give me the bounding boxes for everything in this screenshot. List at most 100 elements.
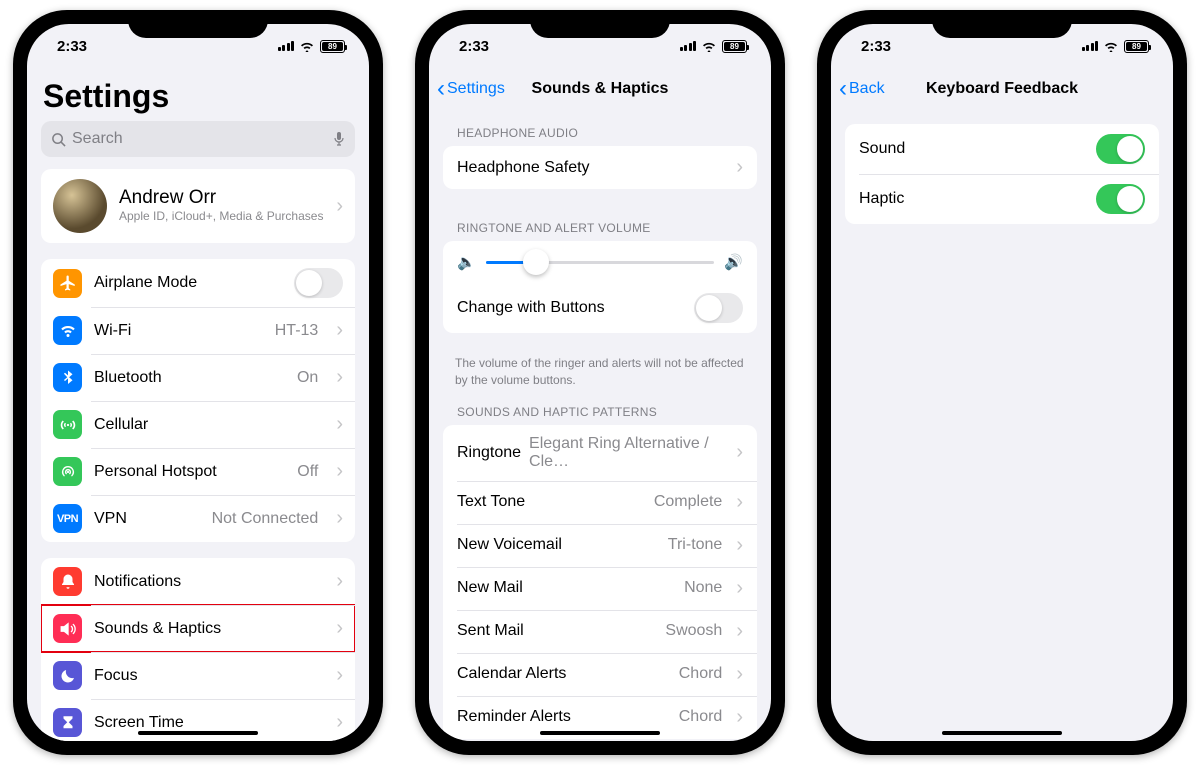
row-text-tone[interactable]: Text Tone Complete › <box>443 481 757 524</box>
row-focus[interactable]: Focus › <box>41 652 355 699</box>
moon-icon <box>53 661 82 690</box>
row-label: Reminder Alerts <box>457 708 571 726</box>
home-indicator[interactable] <box>138 731 258 735</box>
screen: 2:33 89 ‹ Settings Sounds & Haptics HEAD… <box>429 24 771 741</box>
volume-card: 🔈 🔊 Change with Buttons <box>443 241 757 333</box>
cellular-signal-icon <box>680 41 697 51</box>
row-detail: None <box>684 579 722 597</box>
kb-feedback-card: Sound Haptic <box>845 124 1159 224</box>
wifi-icon <box>1103 40 1119 52</box>
row-detail: Complete <box>654 493 722 511</box>
screen: 2:33 89 Settings Search Andrew Orr Apple <box>27 24 369 741</box>
toggle[interactable] <box>1096 184 1145 214</box>
chevron-right-icon: › <box>336 664 343 687</box>
nav-bar: ‹ Settings Sounds & Haptics <box>429 68 771 110</box>
page-title: Settings <box>27 68 369 121</box>
speaker-icon <box>53 614 82 643</box>
chevron-left-icon: ‹ <box>839 75 847 103</box>
profile-sub: Apple ID, iCloud+, Media & Purchases <box>119 209 323 225</box>
hourglass-icon <box>53 708 82 737</box>
vpn-icon: VPN <box>53 504 82 533</box>
row-sounds-haptics[interactable]: Sounds & Haptics› <box>41 605 355 652</box>
phone-settings-root: 2:33 89 Settings Search Andrew Orr Apple <box>13 10 383 755</box>
row-label: Focus <box>94 667 138 685</box>
profile-card[interactable]: Andrew Orr Apple ID, iCloud+, Media & Pu… <box>41 169 355 243</box>
cellular-signal-icon <box>278 41 295 51</box>
settings-group-attention: Notifications›Sounds & Haptics›Focus›Scr… <box>41 558 355 741</box>
screen: 2:33 89 ‹ Back Keyboard Feedback SoundHa… <box>831 24 1173 741</box>
row-detail: Off <box>297 463 318 481</box>
wifi-icon <box>701 40 717 52</box>
row-cellular[interactable]: Cellular› <box>41 401 355 448</box>
row-personal-hotspot[interactable]: Personal HotspotOff› <box>41 448 355 495</box>
phone-sounds-haptics: 2:33 89 ‹ Settings Sounds & Haptics HEAD… <box>415 10 785 755</box>
row-new-voicemail[interactable]: New VoicemailTri-tone› <box>443 524 757 567</box>
mic-icon[interactable] <box>333 131 345 147</box>
speaker-high-icon: 🔊 <box>724 253 743 271</box>
chevron-right-icon: › <box>736 156 743 179</box>
row-bluetooth[interactable]: BluetoothOn› <box>41 354 355 401</box>
row-label: Notifications <box>94 573 181 591</box>
speaker-low-icon: 🔈 <box>457 253 476 271</box>
toggle[interactable] <box>694 293 743 323</box>
volume-slider-row[interactable]: 🔈 🔊 <box>443 241 757 283</box>
row-calendar-alerts[interactable]: Calendar AlertsChord› <box>443 653 757 696</box>
row-label: Change with Buttons <box>457 299 605 317</box>
chevron-right-icon: › <box>736 491 743 514</box>
bluetooth-icon <box>53 363 82 392</box>
back-button[interactable]: ‹ Settings <box>437 75 505 103</box>
toggle[interactable] <box>1096 134 1145 164</box>
wifi-icon <box>53 316 82 345</box>
row-new-mail[interactable]: New MailNone› <box>443 567 757 610</box>
nav-title: Keyboard Feedback <box>926 80 1078 98</box>
settings-group-connectivity: Airplane ModeWi-FiHT-13›BluetoothOn›Cell… <box>41 259 355 542</box>
row-detail: HT-13 <box>275 322 319 340</box>
home-indicator[interactable] <box>942 731 1062 735</box>
row-label: Wi-Fi <box>94 322 131 340</box>
row-wi-fi[interactable]: Wi-Fi HT-13 › <box>41 307 355 354</box>
chevron-right-icon: › <box>336 570 343 593</box>
home-indicator[interactable] <box>540 731 660 735</box>
section-header: HEADPHONE AUDIO <box>429 110 771 146</box>
row-vpn[interactable]: VPNVPNNot Connected› <box>41 495 355 542</box>
notch <box>128 10 268 38</box>
row-label: Headphone Safety <box>457 159 590 177</box>
chevron-right-icon: › <box>336 195 343 218</box>
row-airplane-mode[interactable]: Airplane Mode <box>41 259 355 307</box>
row-label: Cellular <box>94 416 148 434</box>
toggle[interactable] <box>294 268 343 298</box>
row-haptic[interactable]: Haptic <box>845 174 1159 224</box>
row-label: Sent Mail <box>457 622 524 640</box>
row-change-with-buttons[interactable]: Change with Buttons <box>443 283 757 333</box>
section-header: SOUNDS AND HAPTIC PATTERNS <box>429 389 771 425</box>
status-time: 2:33 <box>57 38 87 55</box>
row-sound[interactable]: Sound <box>845 124 1159 174</box>
row-label: Text Tone <box>457 493 525 511</box>
airplane-icon <box>53 269 82 298</box>
back-label: Back <box>849 80 885 98</box>
row-detail: Chord <box>679 665 723 683</box>
chevron-right-icon: › <box>336 319 343 342</box>
row-sent-mail[interactable]: Sent MailSwoosh› <box>443 610 757 653</box>
chevron-right-icon: › <box>736 620 743 643</box>
battery-icon: 89 <box>1124 40 1149 53</box>
row-label: Airplane Mode <box>94 274 197 292</box>
row-label: VPN <box>94 510 127 528</box>
volume-slider[interactable] <box>486 261 715 264</box>
section-footer: The volume of the ringer and alerts will… <box>429 349 771 389</box>
chevron-right-icon: › <box>736 706 743 729</box>
chevron-right-icon: › <box>736 534 743 557</box>
notch <box>932 10 1072 38</box>
back-label: Settings <box>447 80 505 98</box>
row-detail: Chord <box>679 708 723 726</box>
search-input[interactable]: Search <box>41 121 355 157</box>
bell-icon <box>53 567 82 596</box>
back-button[interactable]: ‹ Back <box>839 75 885 103</box>
row-label: New Voicemail <box>457 536 562 554</box>
row-ringtone[interactable]: RingtoneElegant Ring Alternative / Cle…› <box>443 425 757 481</box>
row-headphone-safety[interactable]: Headphone Safety › <box>443 146 757 189</box>
row-notifications[interactable]: Notifications › <box>41 558 355 605</box>
row-label: Haptic <box>859 190 904 208</box>
hotspot-icon <box>53 457 82 486</box>
chevron-right-icon: › <box>336 617 343 640</box>
